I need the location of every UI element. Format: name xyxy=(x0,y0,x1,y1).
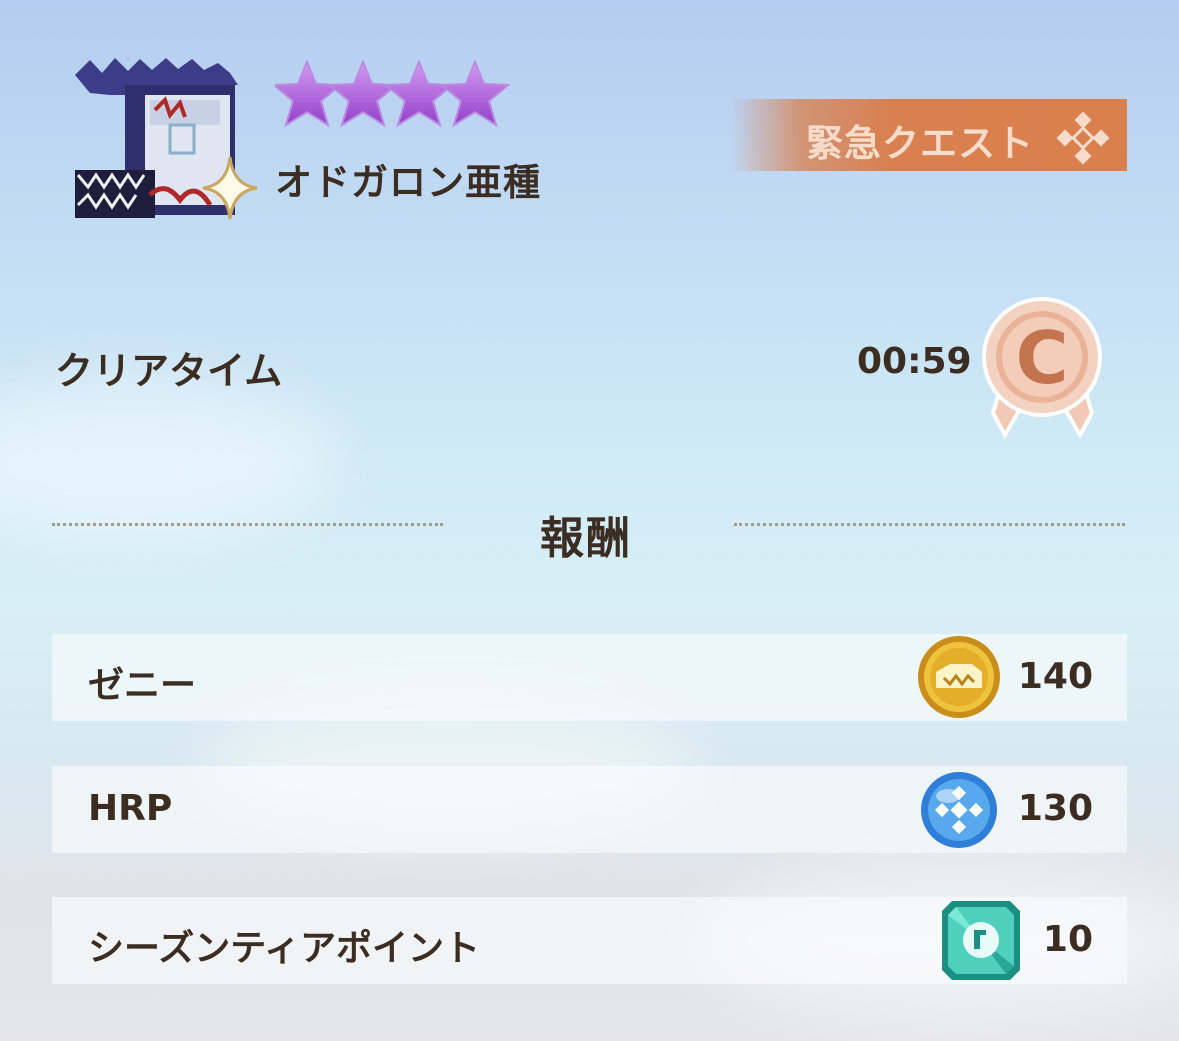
reward-title: 報酬 xyxy=(540,513,632,564)
zenny-coin-icon xyxy=(918,636,1000,718)
urgent-quest-label: 緊急クエスト xyxy=(806,122,1034,165)
star-icon xyxy=(327,60,399,128)
star-icon xyxy=(275,60,343,128)
rank-badge: C xyxy=(982,297,1102,440)
star-icon xyxy=(439,60,511,128)
reward-label: ゼニー xyxy=(88,665,197,706)
star-rating xyxy=(275,60,511,128)
star-icon xyxy=(383,60,455,128)
reward-value: 10 xyxy=(1042,919,1093,960)
clear-time-label: クリアタイム xyxy=(55,349,283,393)
quest-emblem-icon xyxy=(1056,111,1110,165)
reward-label: HRP xyxy=(88,788,173,829)
monster-name: オドガロン亜種 xyxy=(275,161,541,204)
reward-row-zenny: ゼニー 140 xyxy=(52,634,1127,721)
reward-value: 140 xyxy=(1017,656,1093,697)
rank-letter: C xyxy=(1016,316,1069,400)
season-tier-gem-icon xyxy=(942,901,1020,980)
monster-icon xyxy=(75,58,258,220)
divider-left xyxy=(52,523,443,526)
hrp-orb-icon xyxy=(921,772,997,848)
reward-label: シーズンティアポイント xyxy=(88,928,481,969)
clear-time-value: 00:59 xyxy=(857,341,972,382)
divider-right xyxy=(734,523,1125,526)
reward-value: 130 xyxy=(1017,788,1093,829)
reward-row-season-tier: シーズンティアポイント 10 xyxy=(52,897,1127,984)
reward-row-hrp: HRP 130 xyxy=(52,766,1127,853)
